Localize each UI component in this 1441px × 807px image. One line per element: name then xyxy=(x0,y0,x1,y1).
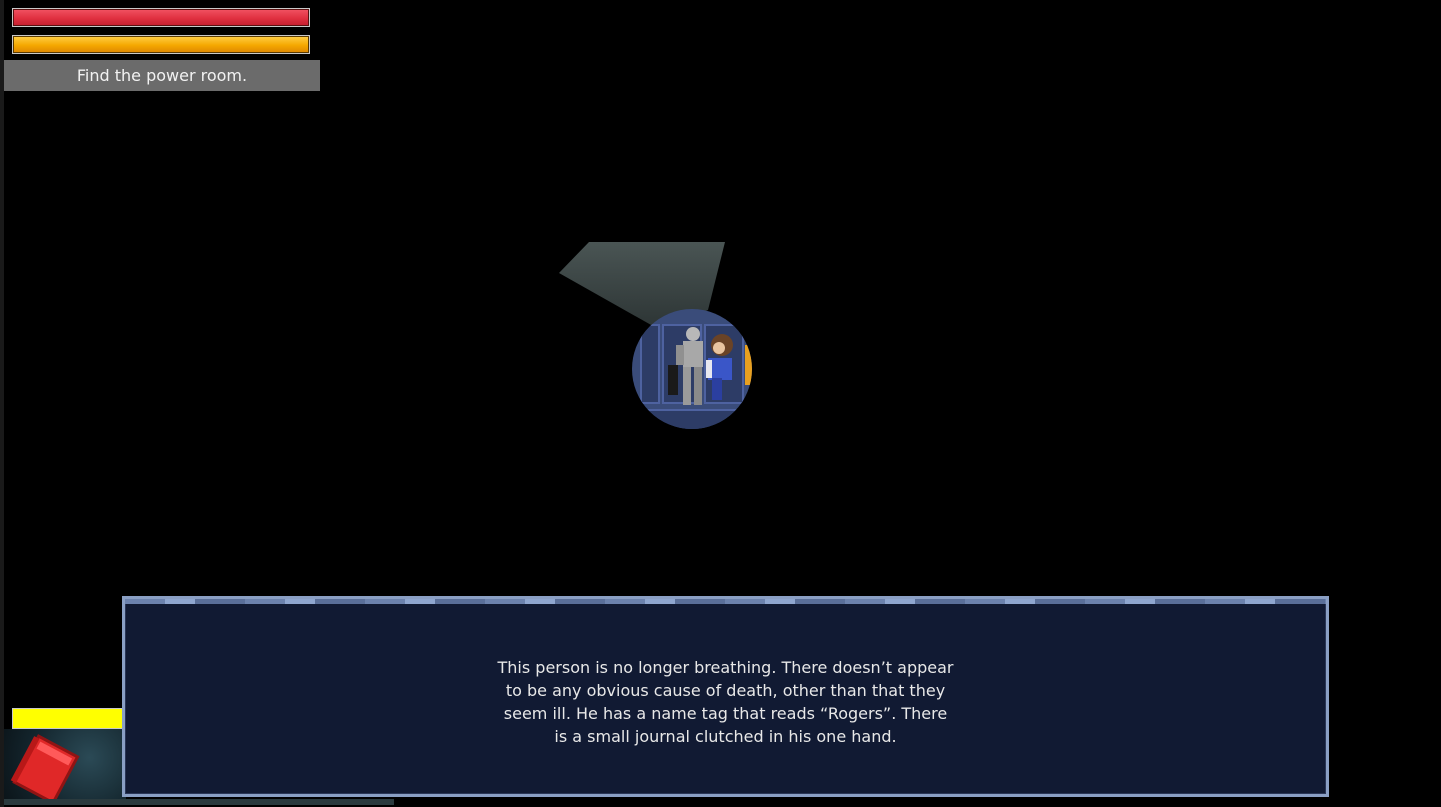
item-charge-bar xyxy=(12,708,124,729)
lit-floor-area xyxy=(632,309,752,429)
equipped-item-slot[interactable] xyxy=(4,729,126,801)
stamina-bar xyxy=(12,35,310,54)
objective-text: Find the power room. xyxy=(76,66,248,85)
dialog-text: This person is no longer breathing. Ther… xyxy=(497,658,954,746)
health-bar xyxy=(12,8,310,27)
stamina-bar-fill xyxy=(14,37,308,52)
dialog-box[interactable]: This person is no longer breathing. Ther… xyxy=(122,596,1329,797)
journal-icon xyxy=(10,734,80,801)
item-slot-strip xyxy=(4,799,394,805)
health-bar-fill xyxy=(14,10,308,25)
objective-banner: Find the power room. xyxy=(4,60,320,91)
